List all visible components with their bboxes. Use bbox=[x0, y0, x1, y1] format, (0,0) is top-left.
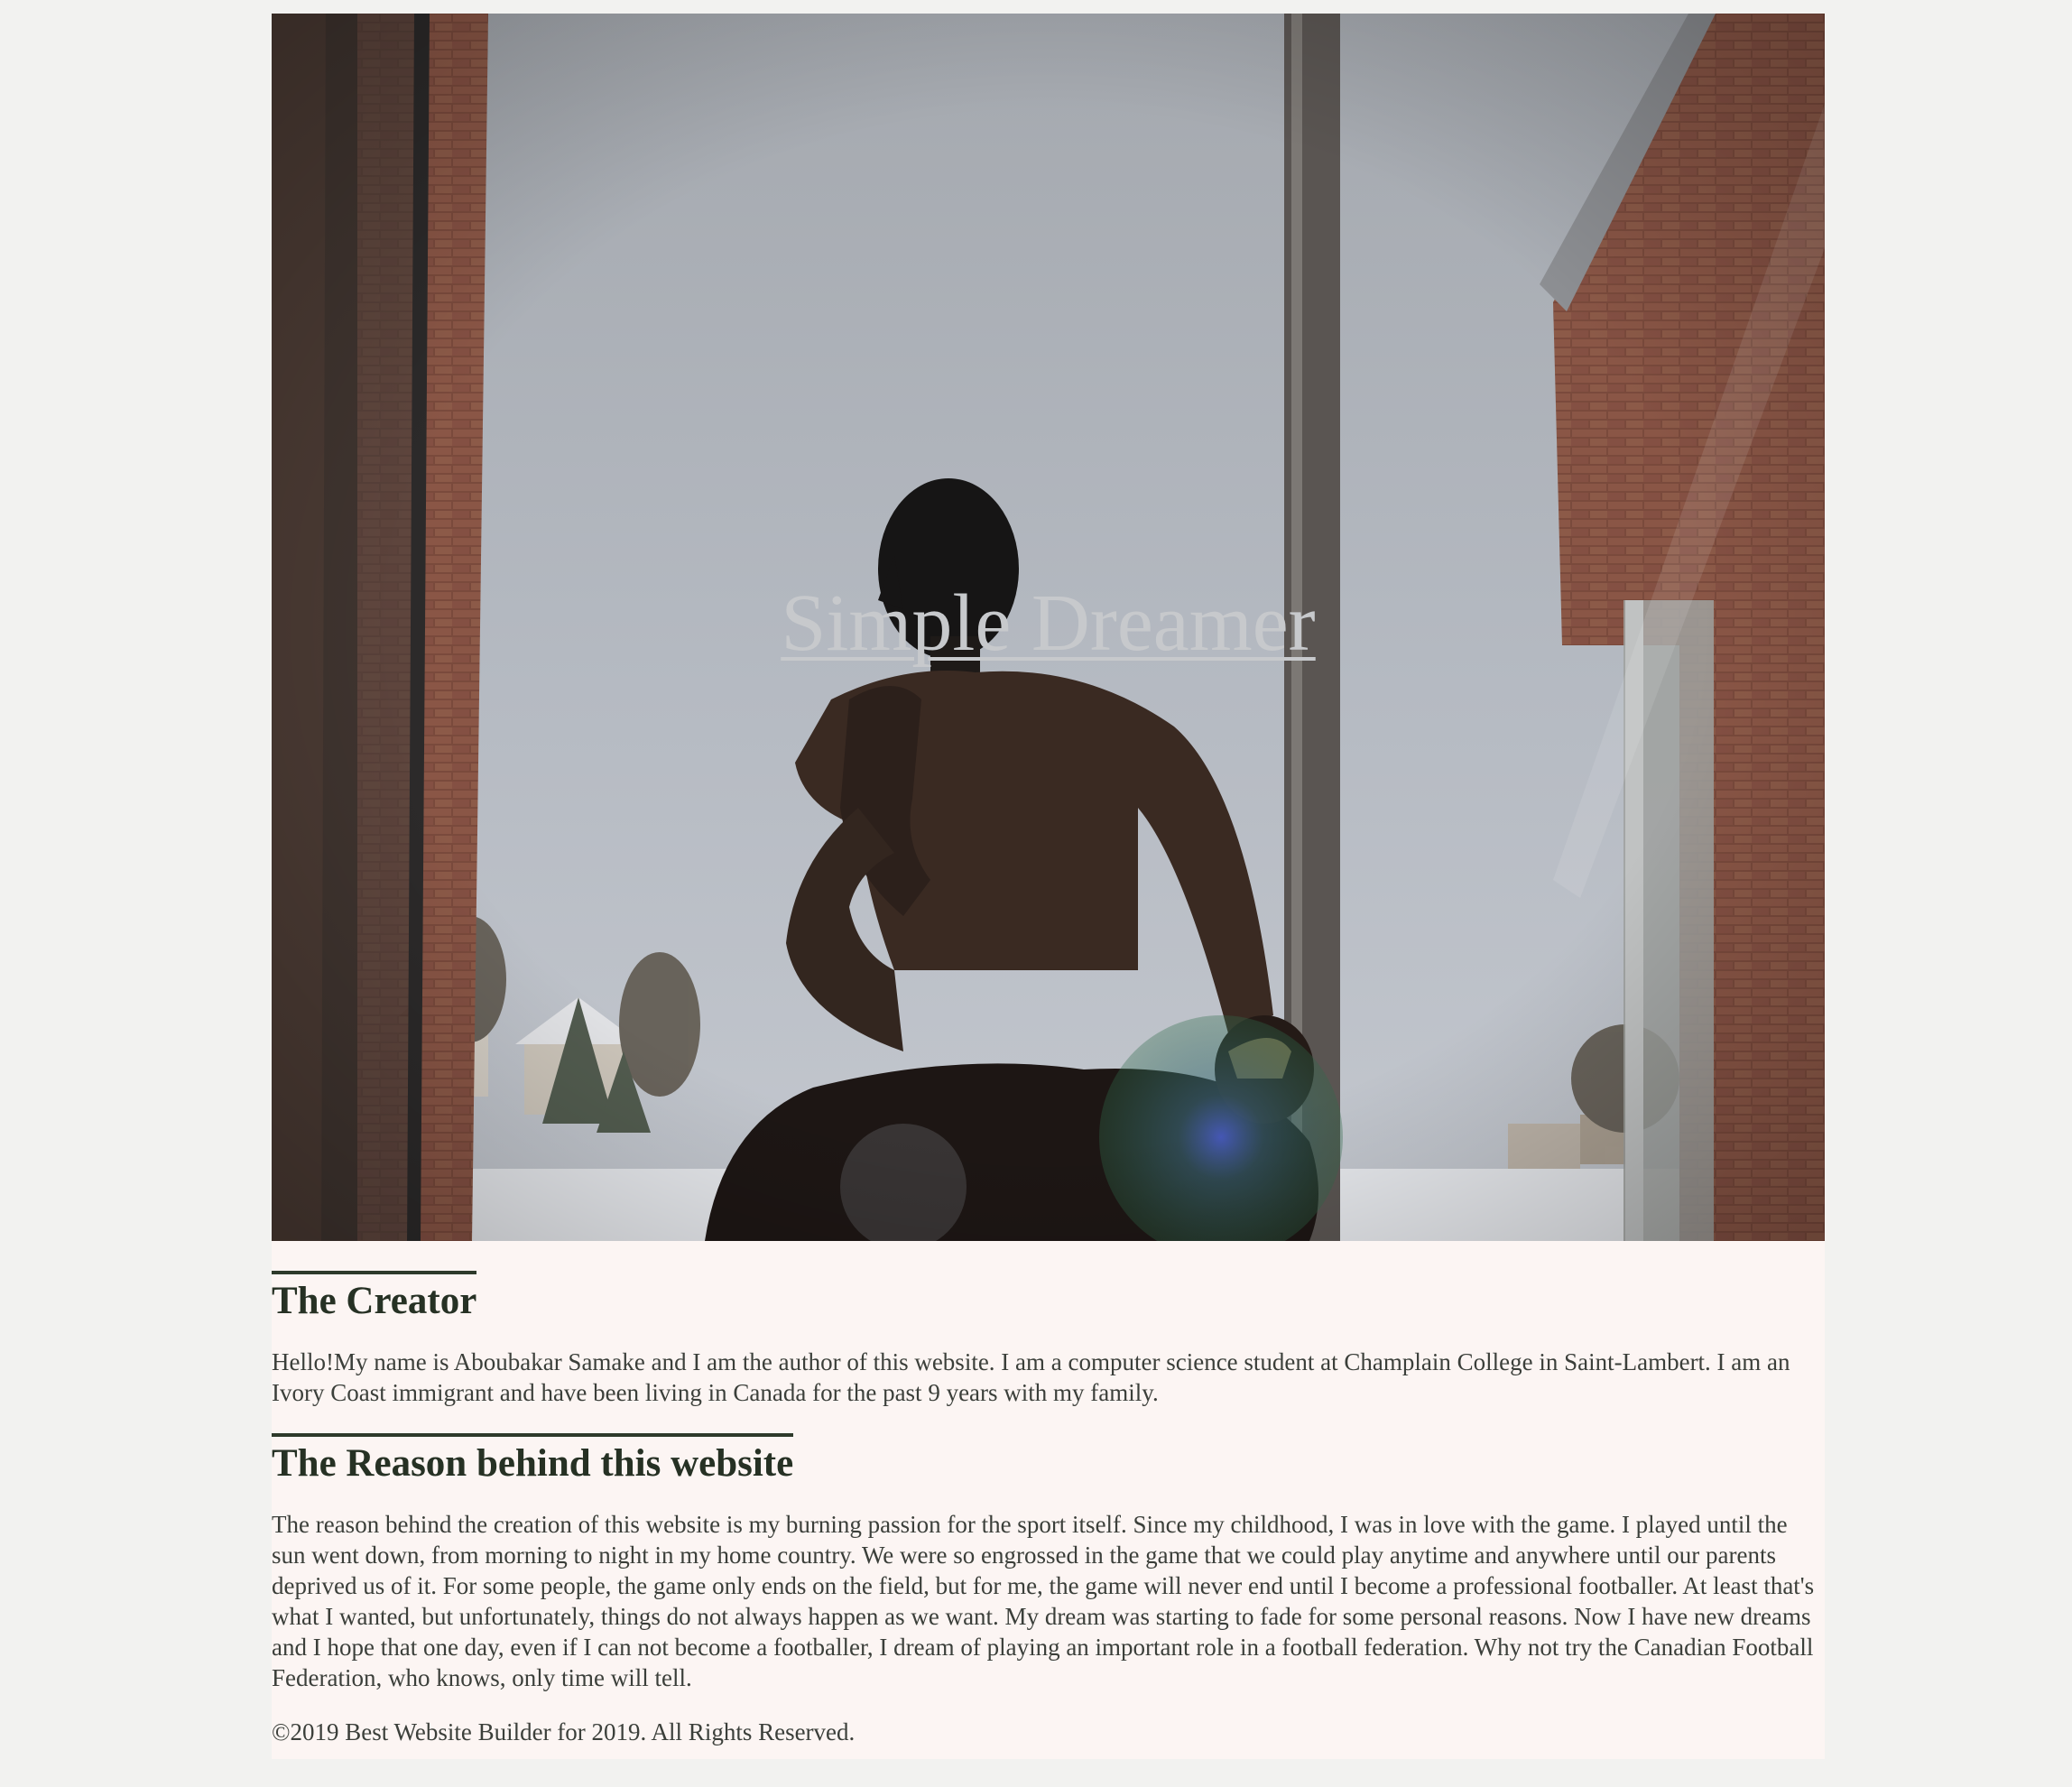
page-container: Simple Dreamer The Creator Hello!My name… bbox=[272, 14, 1825, 1759]
reason-heading: The Reason behind this website bbox=[272, 1433, 794, 1487]
creator-heading: The Creator bbox=[272, 1271, 477, 1325]
reason-section: The Reason behind this website The reaso… bbox=[272, 1433, 1825, 1693]
footer-copyright: ©2019 Best Website Builder for 2019. All… bbox=[272, 1718, 856, 1745]
creator-paragraph: Hello!My name is Aboubakar Samake and I … bbox=[272, 1348, 1790, 1406]
hero-banner: Simple Dreamer bbox=[272, 14, 1825, 1241]
reason-paragraph: The reason behind the creation of this w… bbox=[272, 1511, 1815, 1691]
site-title[interactable]: Simple Dreamer bbox=[272, 579, 1825, 669]
main-content: The Creator Hello!My name is Aboubakar S… bbox=[272, 1271, 1825, 1747]
site-title-link[interactable]: Simple Dreamer bbox=[781, 579, 1315, 668]
